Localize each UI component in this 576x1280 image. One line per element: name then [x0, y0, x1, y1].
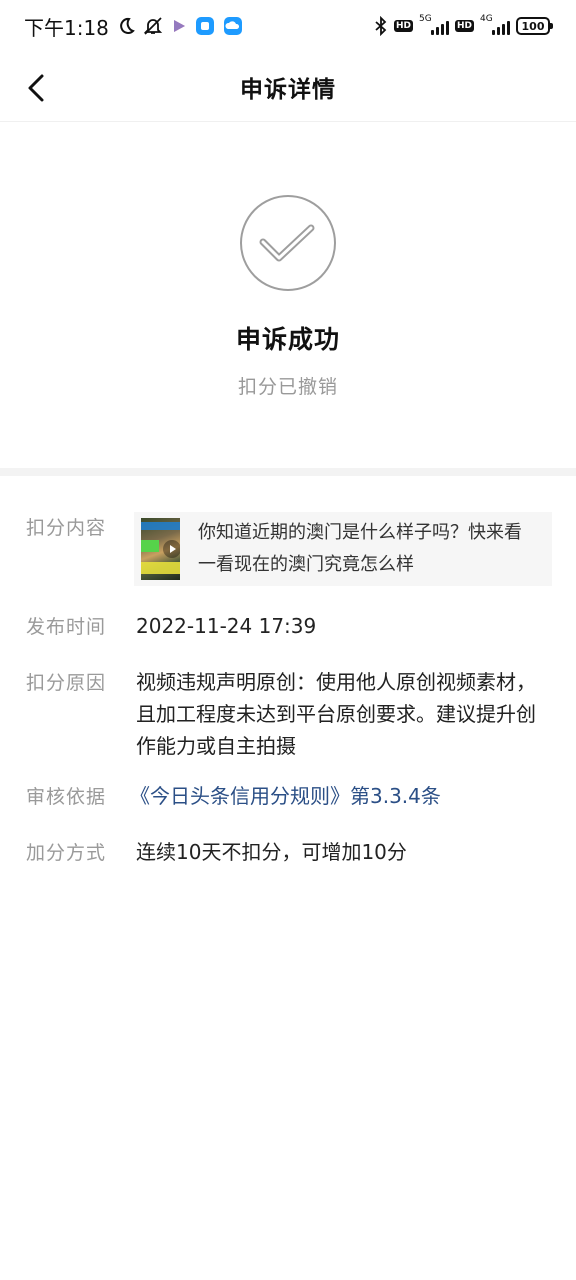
- status-bar-left: 下午1:18: [24, 12, 243, 41]
- result-subtitle: 扣分已撤销: [237, 376, 338, 398]
- appeal-detail-page: 下午1:18 HD 5G HD 4G 100 申诉详情 申诉成功 扣分已撤销 扣…: [0, 0, 576, 1280]
- status-bar: 下午1:18 HD 5G HD 4G 100: [0, 0, 576, 52]
- detail-row-reason: 扣分原因 视频违规声明原创：使用他人原创视频素材，且加工程度未达到平台原创要求。…: [0, 666, 576, 766]
- detail-row-publish-time: 发布时间 2022-11-24 17:39: [0, 610, 576, 650]
- detail-row-content: 扣分内容 你知道近期的澳门是什么样子吗？快来看一看现在的澳门究竟怎么样: [0, 476, 576, 596]
- content-card[interactable]: 你知道近期的澳门是什么样子吗？快来看一看现在的澳门究竟怎么样: [134, 512, 552, 586]
- nav-bar: 申诉详情: [0, 52, 576, 122]
- signal-4g-icon: 4G: [480, 14, 510, 35]
- hd-badge-1: HD: [393, 20, 413, 32]
- back-button[interactable]: [22, 72, 50, 104]
- play-app-icon: [171, 18, 187, 34]
- reason-value: 视频违规声明原创：使用他人原创视频素材，且加工程度未达到平台原创要求。建议提升创…: [136, 670, 536, 758]
- signal-5g-icon: 5G: [418, 14, 449, 35]
- section-divider: [0, 468, 576, 476]
- status-bar-right: HD 5G HD 4G 100: [374, 14, 553, 36]
- publish-time-label: 发布时间: [26, 616, 107, 638]
- blue-app-icon: [195, 16, 215, 36]
- status-time: 下午1:18: [24, 15, 109, 40]
- hd-badge-2: HD: [454, 20, 474, 32]
- result-section: 申诉成功 扣分已撤销: [0, 122, 576, 468]
- moon-icon: [117, 17, 135, 35]
- cloud-app-icon: [223, 16, 243, 36]
- video-thumbnail[interactable]: [141, 518, 181, 580]
- check-circle-icon: [240, 195, 336, 291]
- publish-time-value: 2022-11-24 17:39: [136, 614, 317, 638]
- content-label: 扣分内容: [26, 517, 107, 539]
- chevron-left-icon: [28, 74, 44, 102]
- net2-label: 4G: [480, 14, 493, 24]
- recovery-label: 加分方式: [26, 842, 107, 864]
- recovery-value: 连续10天不扣分，可增加10分: [136, 840, 407, 864]
- result-title: 申诉成功: [235, 325, 340, 354]
- detail-row-recovery: 加分方式 连续10天不扣分，可增加10分: [0, 836, 576, 876]
- content-title: 你知道近期的澳门是什么样子吗？快来看一看现在的澳门究竟怎么样: [198, 522, 523, 575]
- play-icon: [163, 540, 181, 558]
- basis-label: 审核依据: [26, 786, 107, 808]
- reason-label: 扣分原因: [26, 672, 107, 694]
- net1-label: 5G: [418, 14, 432, 24]
- detail-row-basis: 审核依据 《今日头条信用分规则》第3.3.4条: [0, 780, 576, 820]
- battery-icon: 100: [516, 17, 553, 35]
- credit-rules-link[interactable]: 《今日头条信用分规则》第3.3.4条: [130, 780, 552, 812]
- page-title: 申诉详情: [240, 76, 336, 103]
- bell-off-icon: [143, 16, 163, 36]
- bluetooth-icon: [374, 16, 388, 36]
